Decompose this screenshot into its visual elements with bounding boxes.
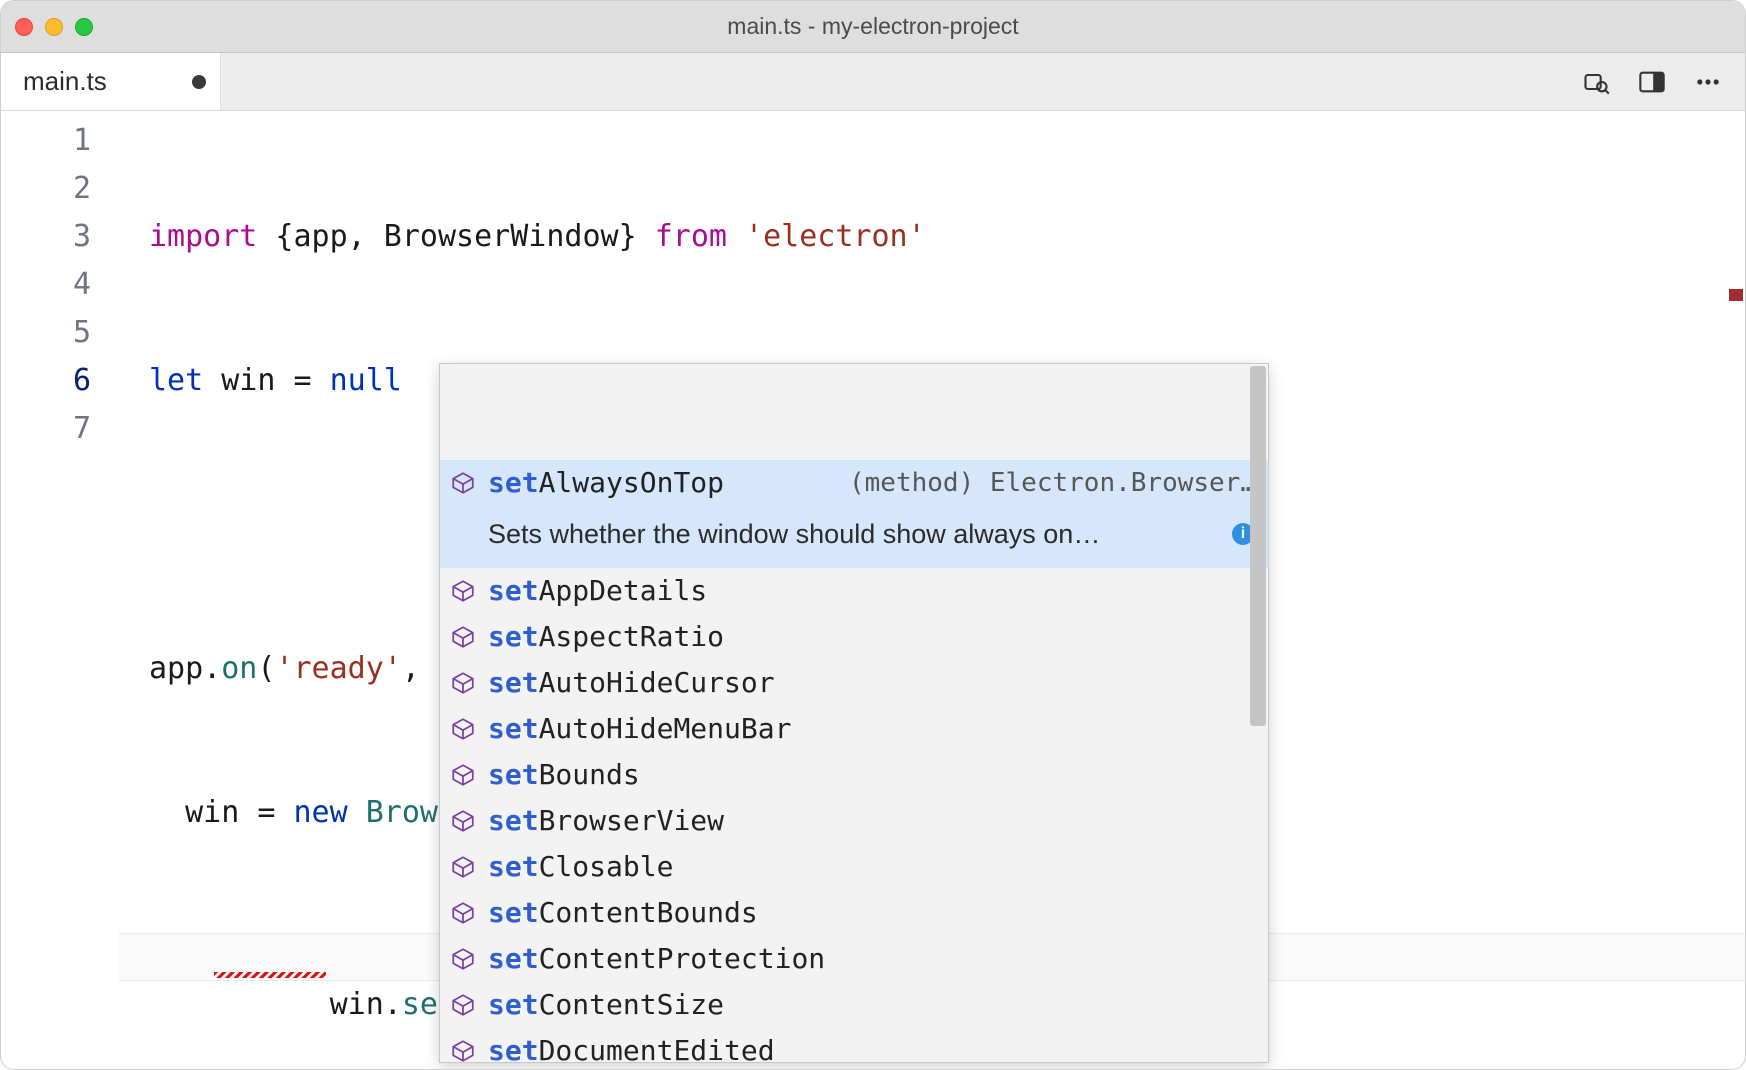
token-keyword: null: [330, 363, 402, 398]
suggestion-item[interactable]: setBounds: [440, 752, 1268, 798]
token: win =: [149, 795, 294, 830]
suggestion-label: setAlwaysOnTop: [488, 459, 724, 507]
token: app.: [149, 651, 221, 686]
line-number: 3: [1, 213, 91, 261]
method-kind-icon: [450, 946, 476, 972]
token: (: [257, 651, 275, 686]
method-kind-icon: [450, 470, 476, 496]
suggestion-item[interactable]: setAppDetails: [440, 568, 1268, 614]
line-number: 6: [1, 357, 91, 405]
line-number: 2: [1, 165, 91, 213]
suggestion-item[interactable]: setAspectRatio: [440, 614, 1268, 660]
line-number: 4: [1, 261, 91, 309]
tabbar-actions: [1581, 53, 1745, 110]
suggestion-label: setAspectRatio: [488, 613, 724, 661]
app-window: main.ts - my-electron-project main.ts: [0, 0, 1746, 1070]
line-number: 5: [1, 309, 91, 357]
code-area[interactable]: import {app, BrowserWindow} from 'electr…: [119, 111, 1745, 1069]
suggestion-scrollbar[interactable]: [1250, 366, 1266, 726]
line-number-gutter: 1 2 3 4 5 6 7: [1, 111, 119, 1069]
more-icon[interactable]: [1693, 67, 1723, 97]
suggestion-item[interactable]: setAutoHideCursor: [440, 660, 1268, 706]
token-keyword: from: [655, 219, 727, 254]
suggestion-doc: Sets whether the window should show alwa…: [440, 506, 1268, 568]
tab-label: main.ts: [23, 66, 107, 97]
suggestion-label: setBounds: [488, 751, 640, 799]
method-kind-icon: [450, 992, 476, 1018]
overview-ruler: [1727, 111, 1745, 1069]
editor[interactable]: 1 2 3 4 5 6 7 import {app, BrowserWindow…: [1, 111, 1745, 1069]
token-string: 'electron': [727, 219, 926, 254]
method-kind-icon: [450, 900, 476, 926]
method-kind-icon: [450, 624, 476, 650]
suggestion-item[interactable]: setClosable: [440, 844, 1268, 890]
suggestion-label: setAppDetails: [488, 567, 707, 615]
find-icon[interactable]: [1581, 67, 1611, 97]
window-close-button[interactable]: [15, 18, 33, 36]
token-string: 'ready': [275, 651, 401, 686]
method-kind-icon: [450, 716, 476, 742]
suggestion-label: setDocumentEdited: [488, 1027, 775, 1063]
token: {app, BrowserWindow}: [257, 219, 654, 254]
titlebar: main.ts - my-electron-project: [1, 1, 1745, 53]
window-maximize-button[interactable]: [75, 18, 93, 36]
token-keyword: let: [149, 363, 203, 398]
token: win.: [294, 987, 402, 1022]
suggestion-item[interactable]: setAutoHideMenuBar: [440, 706, 1268, 752]
token: win =: [203, 363, 329, 398]
suggestion-label: setContentProtection: [488, 935, 825, 983]
suggestion-label: setContentBounds: [488, 889, 758, 937]
method-kind-icon: [450, 670, 476, 696]
suggestion-item[interactable]: setBrowserView: [440, 798, 1268, 844]
tab-dirty-indicator-icon: [192, 75, 206, 89]
token-method: on: [221, 651, 257, 686]
suggestion-label: setContentSize: [488, 981, 724, 1029]
suggestion-item[interactable]: setContentBounds: [440, 890, 1268, 936]
suggestion-label: setBrowserView: [488, 797, 724, 845]
method-kind-icon: [450, 762, 476, 788]
window-title: main.ts - my-electron-project: [1, 13, 1745, 40]
code-line[interactable]: import {app, BrowserWindow} from 'electr…: [119, 213, 1745, 261]
traffic-lights: [15, 18, 93, 36]
method-kind-icon: [450, 854, 476, 880]
suggestion-label: setAutoHideMenuBar: [488, 705, 791, 753]
line-number: 7: [1, 405, 91, 453]
split-editor-icon[interactable]: [1637, 67, 1667, 97]
suggestion-label: setClosable: [488, 843, 673, 891]
error-squiggle-icon: [214, 972, 326, 978]
tab-main-ts[interactable]: main.ts: [1, 53, 221, 110]
method-kind-icon: [450, 1038, 476, 1063]
suggestion-item[interactable]: setAlwaysOnTop (method) Electron.Browser…: [440, 460, 1268, 506]
method-kind-icon: [450, 578, 476, 604]
window-minimize-button[interactable]: [45, 18, 63, 36]
line-number: 1: [1, 117, 91, 165]
suggestion-label: setAutoHideCursor: [488, 659, 775, 707]
suggestion-widget[interactable]: setAlwaysOnTop (method) Electron.Browser……: [439, 363, 1269, 1063]
suggestion-doc-text: Sets whether the window should show alwa…: [488, 510, 1100, 558]
token-keyword: new: [294, 795, 348, 830]
suggestion-item[interactable]: setContentProtection: [440, 936, 1268, 982]
suggestion-signature: (method) Electron.Browser…: [849, 459, 1256, 507]
tabbar: main.ts: [1, 53, 1745, 111]
suggestion-item[interactable]: setContentSize: [440, 982, 1268, 1028]
method-kind-icon: [450, 808, 476, 834]
suggestion-item[interactable]: setDocumentEdited: [440, 1028, 1268, 1063]
overview-ruler-error-marker-icon[interactable]: [1729, 289, 1743, 301]
token-keyword: import: [149, 219, 257, 254]
